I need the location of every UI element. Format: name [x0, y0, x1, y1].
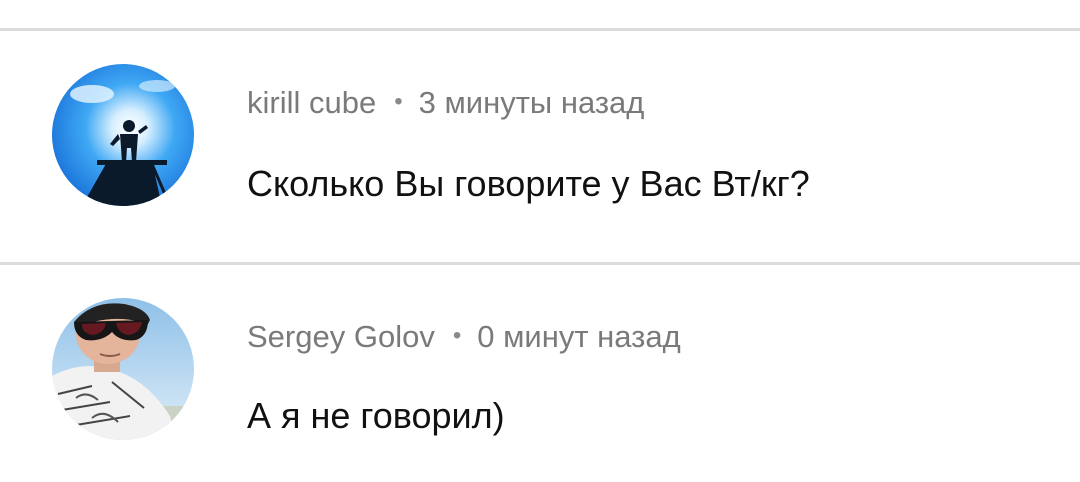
avatar[interactable] [52, 298, 194, 440]
comment-meta: kirill cube • 3 минуты назад [247, 87, 644, 118]
comment-text: Сколько Вы говорите у Вас Вт/кг? [247, 163, 810, 204]
separator-dot: • [394, 88, 403, 115]
comment-time: 0 минут назад [477, 319, 681, 354]
comment-meta: Sergey Golov • 0 минут назад [247, 321, 681, 352]
avatar[interactable] [52, 64, 194, 206]
comment-time: 3 минуты назад [418, 85, 645, 120]
comment-author[interactable]: kirill cube [247, 85, 376, 120]
comment-text: А я не говорил) [247, 395, 505, 436]
avatar-person-sunglasses-icon [52, 298, 194, 440]
comment-item: Sergey Golov • 0 минут назад А я не говори… [0, 265, 1080, 482]
avatar-silhouette-sky-icon [52, 64, 194, 206]
separator-dot: • [452, 322, 462, 349]
comment-author[interactable]: Sergey Golov [247, 319, 435, 354]
comment-item: kirill cube • 3 минуты назад Сколько Вы го… [0, 31, 1080, 264]
